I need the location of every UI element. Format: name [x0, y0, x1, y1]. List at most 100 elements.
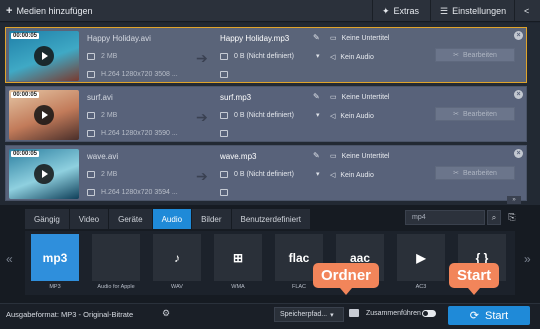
tab-2[interactable]: Geräte — [109, 209, 153, 229]
tab-0[interactable]: Gängig — [25, 209, 70, 229]
film-icon — [220, 130, 228, 137]
format-icon: ♪ — [153, 234, 201, 281]
tab-4[interactable]: Bilder — [192, 209, 232, 229]
output-size-value: 0 B (Nicht definiert) — [234, 171, 294, 178]
tab-3[interactable]: Audio — [152, 209, 193, 229]
format-tile[interactable]: ♪ WAV — [151, 231, 203, 295]
pencil-icon[interactable]: ✎ — [313, 151, 320, 160]
source-filename: Happy Holiday.avi — [87, 34, 151, 43]
divider — [430, 0, 431, 22]
pencil-icon[interactable]: ✎ — [313, 33, 320, 42]
format-tile[interactable]: mp3 MP3 — [29, 231, 81, 295]
menu-icon: ☰ — [440, 5, 449, 16]
source-size: 2 MB — [87, 112, 117, 119]
scissors-icon: ✂ — [453, 170, 459, 177]
play-icon[interactable] — [34, 164, 54, 184]
format-search-input[interactable]: mp4 — [405, 210, 485, 225]
format-tile[interactable]: ▶ AC3 — [395, 231, 447, 295]
chevron-down-icon[interactable]: ▾ — [316, 52, 320, 60]
video-thumbnail[interactable]: 00:00:05 — [9, 31, 79, 81]
scroll-left-icon[interactable]: « — [6, 252, 13, 266]
output-filename[interactable]: wave.mp3 — [220, 152, 256, 161]
file-icon — [87, 171, 95, 178]
output-info — [220, 189, 228, 196]
audio-dropdown[interactable]: ◁ Kein Audio — [330, 112, 374, 121]
speech-bubble-icon: ▭ — [330, 153, 337, 160]
start-button[interactable]: ⟳ Start — [448, 306, 530, 325]
close-icon[interactable]: × — [514, 149, 523, 158]
source-size: 2 MB — [87, 53, 117, 60]
format-tile[interactable]: Audio for Apple — [90, 231, 142, 295]
device-detect-icon[interactable]: ⎘ — [505, 210, 519, 225]
output-size-value: 0 B (Nicht definiert) — [234, 112, 294, 119]
audio-dropdown[interactable]: ◁ Kein Audio — [330, 171, 374, 180]
output-filename[interactable]: surf.mp3 — [220, 93, 251, 102]
share-button[interactable]: < — [518, 0, 535, 22]
folder-icon[interactable] — [349, 309, 359, 317]
output-size: 0 B (Nicht definiert) — [220, 112, 294, 119]
format-tabs: Gängig Video Geräte Audio Bilder Benutzerdefi… — [25, 209, 311, 229]
save-path-label: Speicherpfad... — [280, 311, 328, 318]
output-info — [220, 130, 228, 137]
edit-button[interactable]: ✂ Bearbeiten — [435, 166, 515, 180]
save-path-dropdown[interactable]: Speicherpfad... ▾ — [274, 307, 344, 322]
gear-icon[interactable]: ⚙ — [162, 308, 170, 319]
audio-label: Kein Audio — [340, 112, 374, 120]
file-row[interactable]: 00:00:05 surf.avi 2 MB H.264 1280x720 35… — [5, 86, 527, 142]
search-icon[interactable]: ⌕ — [487, 210, 501, 225]
settings-button[interactable]: ☰ Einstellungen — [434, 0, 512, 22]
source-filename: surf.avi — [87, 93, 113, 102]
file-row[interactable]: 00:00:05 wave.avi 2 MB H.264 1280x720 35… — [5, 145, 527, 201]
collapse-panel-button[interactable]: » — [507, 196, 521, 204]
output-info — [220, 71, 228, 78]
source-info-value: H.264 1280x720 3590 ... — [101, 130, 178, 137]
format-tile[interactable]: ⊞ WMA — [212, 231, 264, 295]
edit-button[interactable]: ✂ Bearbeiten — [435, 48, 515, 62]
tab-1[interactable]: Video — [69, 209, 110, 229]
video-thumbnail[interactable]: 00:00:05 — [9, 90, 79, 140]
play-icon[interactable] — [34, 105, 54, 125]
start-callout: Start — [449, 263, 500, 295]
audio-dropdown[interactable]: ◁ Kein Audio — [330, 53, 374, 62]
format-label: Audio for Apple — [97, 284, 135, 290]
file-row[interactable]: 00:00:05 Happy Holiday.avi 2 MB H.264 12… — [5, 27, 527, 83]
scroll-right-icon[interactable]: » — [524, 252, 531, 266]
source-size-value: 2 MB — [101, 112, 118, 119]
edit-button[interactable]: ✂ Bearbeiten — [435, 107, 515, 121]
play-icon[interactable] — [34, 46, 54, 66]
pencil-icon[interactable]: ✎ — [313, 92, 320, 101]
chevron-down-icon[interactable]: ▾ — [316, 170, 320, 178]
close-icon[interactable]: × — [514, 31, 523, 40]
source-info: H.264 1280x720 3590 ... — [87, 130, 178, 137]
video-thumbnail[interactable]: 00:00:05 — [9, 149, 79, 199]
subtitle-dropdown[interactable]: ▭ Keine Untertitel — [330, 34, 389, 43]
close-icon[interactable]: × — [514, 90, 523, 99]
edit-label: Bearbeiten — [463, 110, 497, 118]
chevron-down-icon[interactable]: ▾ — [316, 111, 320, 119]
output-size: 0 B (Nicht definiert) — [220, 53, 294, 60]
film-icon — [87, 189, 95, 196]
speaker-icon: ◁ — [330, 113, 336, 120]
tab-5[interactable]: Benutzerdefiniert — [231, 209, 311, 229]
merge-label: Zusammenführen — [366, 310, 421, 317]
file-icon — [87, 112, 95, 119]
source-size-value: 2 MB — [101, 171, 118, 178]
extras-button[interactable]: ✦ Extras — [376, 0, 425, 22]
share-icon: < — [524, 6, 530, 16]
add-media-button[interactable]: + Medien hinzufügen — [0, 0, 99, 22]
output-filename[interactable]: Happy Holiday.mp3 — [220, 34, 289, 43]
subtitle-dropdown[interactable]: ▭ Keine Untertitel — [330, 93, 389, 102]
chevron-down-icon: ▾ — [330, 311, 334, 319]
format-label: WAV — [171, 284, 183, 290]
thumbnail-timestamp: 00:00:05 — [11, 151, 40, 157]
plus-icon: + — [6, 5, 13, 17]
film-icon — [87, 71, 95, 78]
speech-bubble-icon: ▭ — [330, 94, 337, 101]
source-size: 2 MB — [87, 171, 117, 178]
scissors-icon: ✂ — [453, 111, 459, 118]
format-label: AC3 — [415, 284, 427, 290]
merge-toggle[interactable] — [422, 310, 436, 317]
divider — [514, 0, 515, 22]
subtitle-dropdown[interactable]: ▭ Keine Untertitel — [330, 152, 389, 161]
arrow-right-icon: ➔ — [196, 109, 208, 125]
